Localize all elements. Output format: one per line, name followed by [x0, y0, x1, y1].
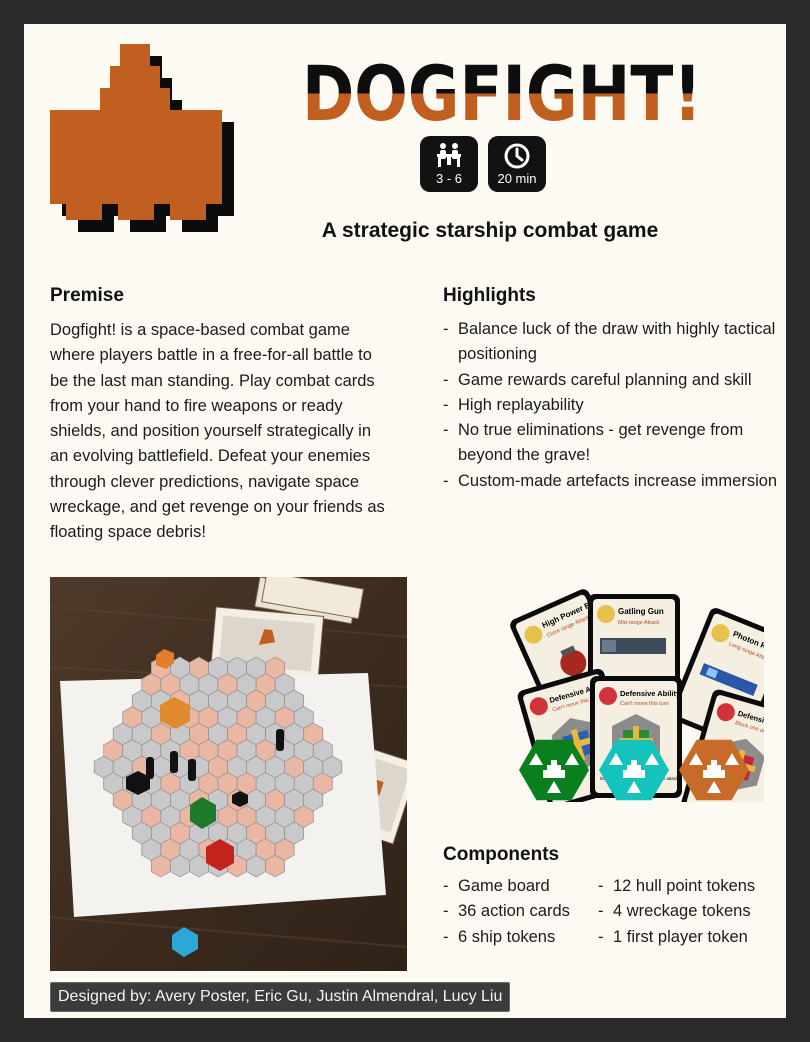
component-item: 6 ship tokens — [443, 925, 593, 951]
components-list-right: 12 hull point tokens 4 wreckage tokens 1… — [598, 874, 778, 950]
card-title: Gatling Gun — [618, 607, 664, 616]
card-subtitle: Mid-range Attack — [618, 620, 660, 626]
components-list-left: Game board 36 action cards 6 ship tokens — [443, 874, 593, 950]
premise-body: Dogfight! is a space-based combat game w… — [50, 321, 385, 542]
ship-tokens — [519, 739, 749, 801]
component-item: 12 hull point tokens — [598, 874, 778, 900]
title-graphic: DOGFIGHT! — [302, 50, 702, 126]
premise-heading: Premise — [50, 285, 124, 306]
highlights-heading: Highlights — [443, 285, 536, 306]
component-item: 36 action cards — [443, 899, 593, 925]
component-item: Game board — [443, 874, 593, 900]
card-subtitle: Can't move this turn — [620, 701, 669, 707]
action-cards-fan: High Power Bomb Close range Attack Photo… — [510, 589, 764, 802]
players-count: 3 - 6 — [435, 171, 462, 186]
pixel-spaceship-logo — [50, 44, 234, 232]
highlight-item: Balance luck of the draw with highly tac… — [443, 317, 781, 368]
highlight-item: Game rewards careful planning and skill — [443, 368, 781, 394]
play-time: 20 min — [497, 171, 537, 186]
component-item: 4 wreckage tokens — [598, 899, 778, 925]
highlight-item: High replayability — [443, 393, 781, 419]
game-board-photo — [50, 577, 407, 971]
highlights-list: Balance luck of the draw with highly tac… — [443, 317, 781, 494]
clock-icon — [504, 143, 530, 169]
components-heading: Components — [443, 844, 560, 865]
highlight-item: No true eliminations - get revenge from … — [443, 418, 781, 469]
highlight-item: Custom-made artefacts increase immersion — [443, 469, 781, 495]
poster-page: DOGFIGHT! 3 - 6 20 min A strategic stars… — [24, 24, 786, 1018]
time-badge: 20 min — [488, 136, 546, 192]
designer-credits: Designed by: Avery Poster, Eric Gu, Just… — [50, 982, 511, 1012]
title-text: DOGFIGHT! — [302, 50, 702, 126]
component-item: 1 first player token — [598, 925, 778, 951]
card-title: Defensive Ability — [620, 689, 681, 698]
players-at-table-icon — [437, 143, 461, 167]
players-badge: 3 - 6 — [420, 136, 478, 192]
subtitle: A strategic starship combat game — [321, 219, 659, 242]
